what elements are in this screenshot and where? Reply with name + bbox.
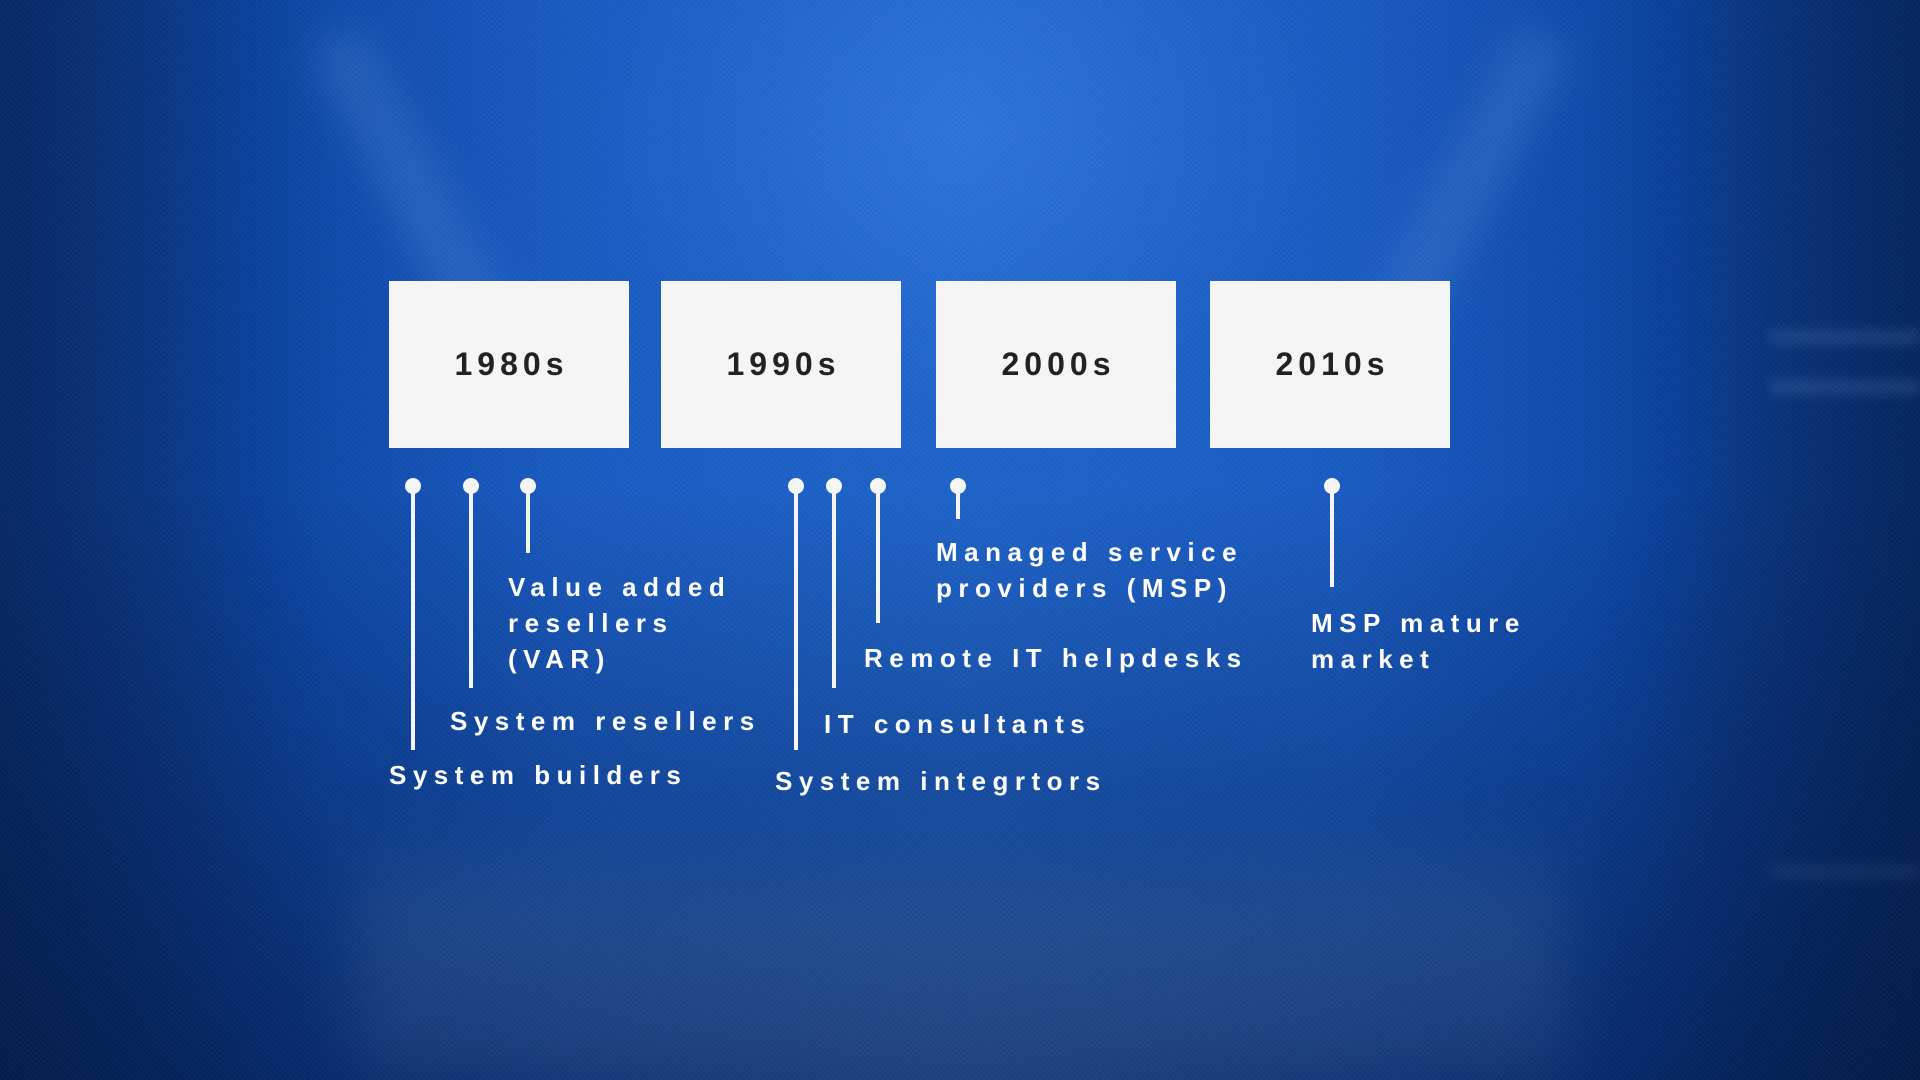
event-label-line: System builders [389,760,688,790]
event-label-line: Value added [508,572,732,602]
event-label-line: Remote IT helpdesks [864,643,1248,673]
decade-label: 1980s [454,346,569,382]
pin-line [526,486,530,553]
event-label-line: System resellers [450,706,761,736]
event-label-remote-it-helpdesks: Remote IT helpdesks [864,640,1248,676]
event-label-value-added-resellers: Value added resellers (VAR) [508,569,731,677]
pin-line [876,486,880,623]
decade-label: 2010s [1275,346,1390,382]
event-label-managed-service-providers: Managed service providers (MSP) [936,534,1243,606]
event-label-line: providers (MSP) [936,573,1233,603]
decade-box-1980s: 1980s [389,281,629,448]
pin-line [469,486,473,688]
event-label-msp-mature-market: MSP mature market [1311,605,1526,677]
pin-line [832,486,836,688]
event-label-it-consultants: IT consultants [824,706,1091,742]
event-label-line: Managed service [936,537,1244,567]
pin-line [1330,486,1334,587]
event-label-line: IT consultants [824,709,1092,739]
decade-box-1990s: 1990s [661,281,901,448]
event-label-line: MSP mature [1311,608,1526,638]
decade-label: 2000s [1001,346,1116,382]
event-label-line: (VAR) [508,644,611,674]
event-label-system-resellers: System resellers [450,703,761,739]
decade-box-2010s: 2010s [1210,281,1450,448]
event-label-line: market [1311,644,1436,674]
event-label-system-integrators: System integrtors [775,763,1107,799]
pin-line [794,486,798,750]
pin-line [956,486,960,519]
event-label-system-builders: System builders [389,757,687,793]
decade-box-2000s: 2000s [936,281,1176,448]
event-label-line: System integrtors [775,766,1107,796]
event-label-line: resellers [508,608,674,638]
pin-line [411,486,415,750]
decade-label: 1990s [726,346,841,382]
